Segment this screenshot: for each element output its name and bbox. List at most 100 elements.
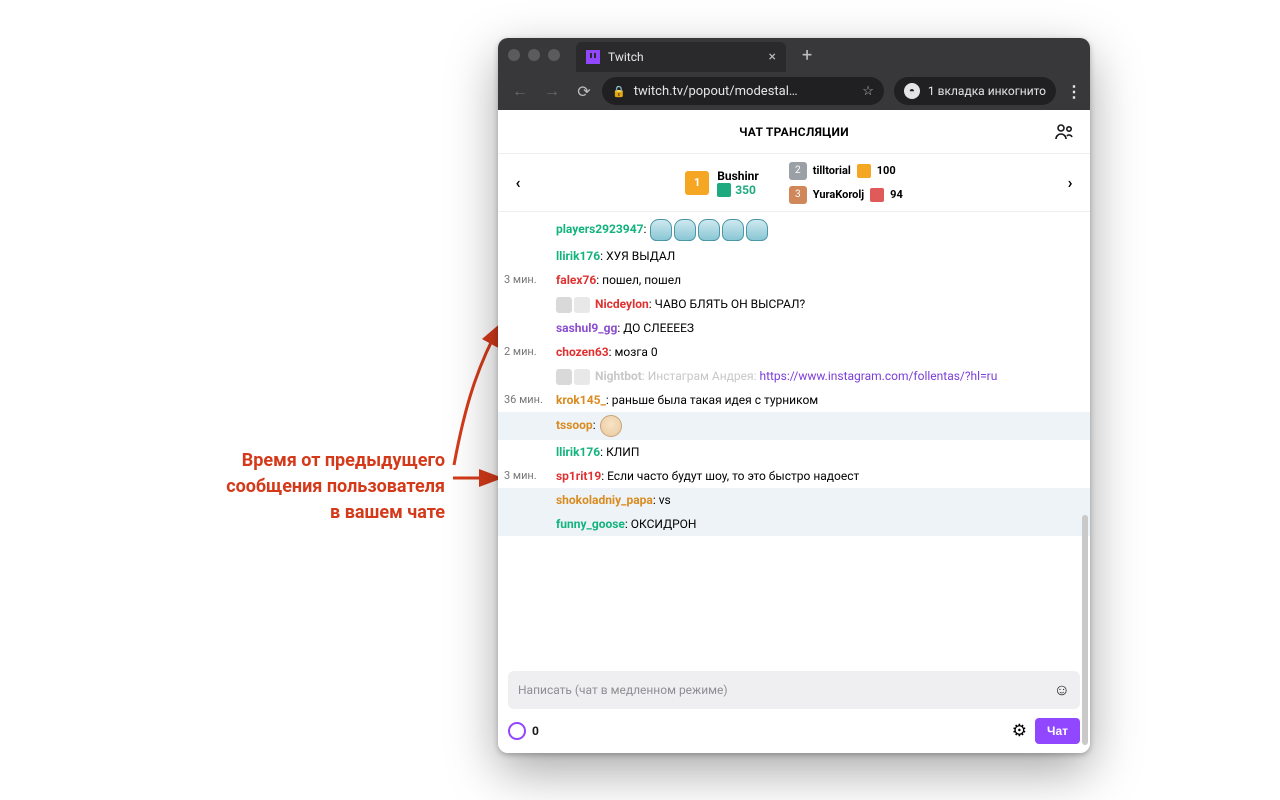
chat-settings-icon[interactable]: ⚙ [1012, 721, 1027, 741]
message-username[interactable]: tssoop [556, 418, 593, 432]
message-body: Nightbot: Инстаграм Андрея: https://www.… [556, 367, 1082, 385]
chat-footer: 0 ⚙ Чат [498, 709, 1090, 753]
incognito-indicator[interactable]: ◓ 1 вкладка инкогнито [894, 77, 1056, 105]
url-bar[interactable]: 🔒 twitch.tv/popout/modestal… ☆ [602, 77, 884, 105]
leader-second[interactable]: 2 tilltorial 100 [789, 162, 903, 180]
message-separator: : [643, 222, 649, 236]
gift-icon [717, 183, 731, 197]
message-body: llirik176: ХУЯ ВЫДАЛ [556, 247, 1082, 265]
emote-picker-icon[interactable]: ☺ [1054, 680, 1070, 700]
message-link[interactable]: https://www.instagram.com/follentas/?hl=… [759, 369, 997, 383]
browser-tab[interactable]: Twitch × [576, 42, 786, 72]
bookmark-star-icon[interactable]: ☆ [862, 84, 874, 99]
message-timestamp [504, 443, 556, 461]
browser-titlebar: Twitch × + [498, 38, 1090, 72]
leader-first[interactable]: 1 Bushinr 350 [685, 169, 759, 197]
message-body: chozen63: мозга 0 [556, 343, 1082, 361]
reload-button[interactable]: ⟳ [570, 77, 598, 105]
message-body: tssoop: [556, 415, 1082, 437]
url-text: twitch.tv/popout/modestal… [634, 84, 798, 99]
message-username[interactable]: Nightbot [595, 369, 642, 383]
back-button[interactable]: ← [506, 77, 534, 105]
message-timestamp [504, 515, 556, 533]
chat-message: Nightbot: Инстаграм Андрея: https://www.… [498, 364, 1090, 388]
chat-messages[interactable]: players2923947: llirik176: ХУЯ ВЫДАЛ 3 ми… [498, 212, 1090, 663]
message-text: ЧАВО БЛЯТЬ ОН ВЫСРАЛ? [655, 297, 806, 311]
message-username[interactable]: players2923947 [556, 222, 643, 236]
rank2-icon: 2 [789, 162, 807, 180]
tab-close-icon[interactable]: × [769, 49, 776, 65]
close-window-icon[interactable] [508, 49, 520, 61]
leaders-next-button[interactable]: › [1058, 171, 1082, 195]
gift-icon [870, 188, 884, 202]
message-username[interactable]: sp1rit19 [556, 469, 601, 483]
twitch-favicon [586, 50, 600, 64]
squid-emote-icon [746, 219, 768, 241]
browser-menu-button[interactable]: ⋮ [1066, 82, 1082, 101]
chat-message: players2923947: [498, 216, 1090, 244]
user-badge-icon [556, 369, 572, 385]
send-button[interactable]: Чат [1035, 718, 1080, 744]
message-text: мозга 0 [615, 345, 658, 359]
gift-leaders-bar: ‹ 1 Bushinr 350 2 tilltorial [498, 154, 1090, 212]
user-badge-icon [556, 297, 572, 313]
message-timestamp: 36 мин. [504, 391, 556, 409]
maximize-window-icon[interactable] [548, 49, 560, 61]
face-emote-icon [600, 415, 622, 437]
chat-message: sashul9_gg: ДО СЛЕЕЕЕЗ [498, 316, 1090, 340]
chat-message: shokoladniy_papa: vs [498, 488, 1090, 512]
leader-second-name: tilltorial [813, 164, 851, 177]
incognito-icon: ◓ [904, 83, 920, 99]
chat-header: ЧАТ ТРАНСЛЯЦИИ [498, 110, 1090, 154]
message-text: КЛИП [606, 445, 639, 459]
channel-points-button[interactable]: 0 [508, 722, 539, 740]
message-username[interactable]: chozen63 [556, 345, 609, 359]
chat-input-placeholder: Написать (чат в медленном режиме) [518, 683, 728, 697]
chat-message: tssoop: [498, 412, 1090, 440]
tab-title: Twitch [608, 50, 644, 64]
message-timestamp [504, 367, 556, 385]
traffic-lights[interactable] [508, 49, 560, 61]
message-text: ДО СЛЕЕЕЕЗ [623, 321, 694, 335]
chat-users-button[interactable] [1050, 118, 1078, 146]
message-body: funny_goose: ОКСИДРОН [556, 515, 1082, 533]
message-username[interactable]: sashul9_gg [556, 321, 617, 335]
message-username[interactable]: shokoladniy_papa [556, 493, 653, 507]
scrollbar-thumb[interactable] [1082, 515, 1088, 745]
message-username[interactable]: llirik176 [556, 249, 600, 263]
message-username[interactable]: llirik176 [556, 445, 600, 459]
message-body: Nicdeylon: ЧАВО БЛЯТЬ ОН ВЫСРАЛ? [556, 295, 1082, 313]
message-timestamp [504, 491, 556, 509]
gift-icon [857, 164, 871, 178]
browser-window: Twitch × + ← → ⟳ 🔒 twitch.tv/popout/mode… [498, 38, 1090, 753]
message-timestamp: 2 мин. [504, 343, 556, 361]
message-username[interactable]: funny_goose [556, 517, 625, 531]
chat-message: funny_goose: ОКСИДРОН [498, 512, 1090, 536]
chat-message: 3 мин.sp1rit19: Если часто будут шоу, то… [498, 464, 1090, 488]
squid-emote-icon [674, 219, 696, 241]
message-username[interactable]: falex76 [556, 273, 596, 287]
forward-button[interactable]: → [538, 77, 566, 105]
message-username[interactable]: krok145_ [556, 393, 606, 407]
chat-message: llirik176: ХУЯ ВЫДАЛ [498, 244, 1090, 268]
message-separator: : [593, 418, 599, 432]
message-timestamp [504, 295, 556, 313]
channel-points-count: 0 [532, 724, 539, 738]
message-body: sashul9_gg: ДО СЛЕЕЕЕЗ [556, 319, 1082, 337]
message-text: пошел, пошел [602, 273, 681, 287]
rank1-icon: 1 [685, 171, 709, 195]
leaders-prev-button[interactable]: ‹ [506, 171, 530, 195]
new-tab-button[interactable]: + [802, 45, 812, 66]
chat-header-title: ЧАТ ТРАНСЛЯЦИИ [739, 125, 849, 139]
chat-message: 36 мин.krok145_: раньше была такая идея … [498, 388, 1090, 412]
browser-toolbar: ← → ⟳ 🔒 twitch.tv/popout/modestal… ☆ ◓ 1… [498, 72, 1090, 110]
message-username[interactable]: Nicdeylon [595, 297, 649, 311]
leader-third-count: 94 [890, 188, 903, 201]
leader-third-name: YuraKorolj [813, 188, 864, 201]
leader-third[interactable]: 3 YuraKorolj 94 [789, 186, 903, 204]
minimize-window-icon[interactable] [528, 49, 540, 61]
chat-message: Nicdeylon: ЧАВО БЛЯТЬ ОН ВЫСРАЛ? [498, 292, 1090, 316]
message-timestamp [504, 247, 556, 265]
chat-input[interactable]: Написать (чат в медленном режиме) ☺ [508, 671, 1080, 709]
squid-emote-icon [650, 219, 672, 241]
